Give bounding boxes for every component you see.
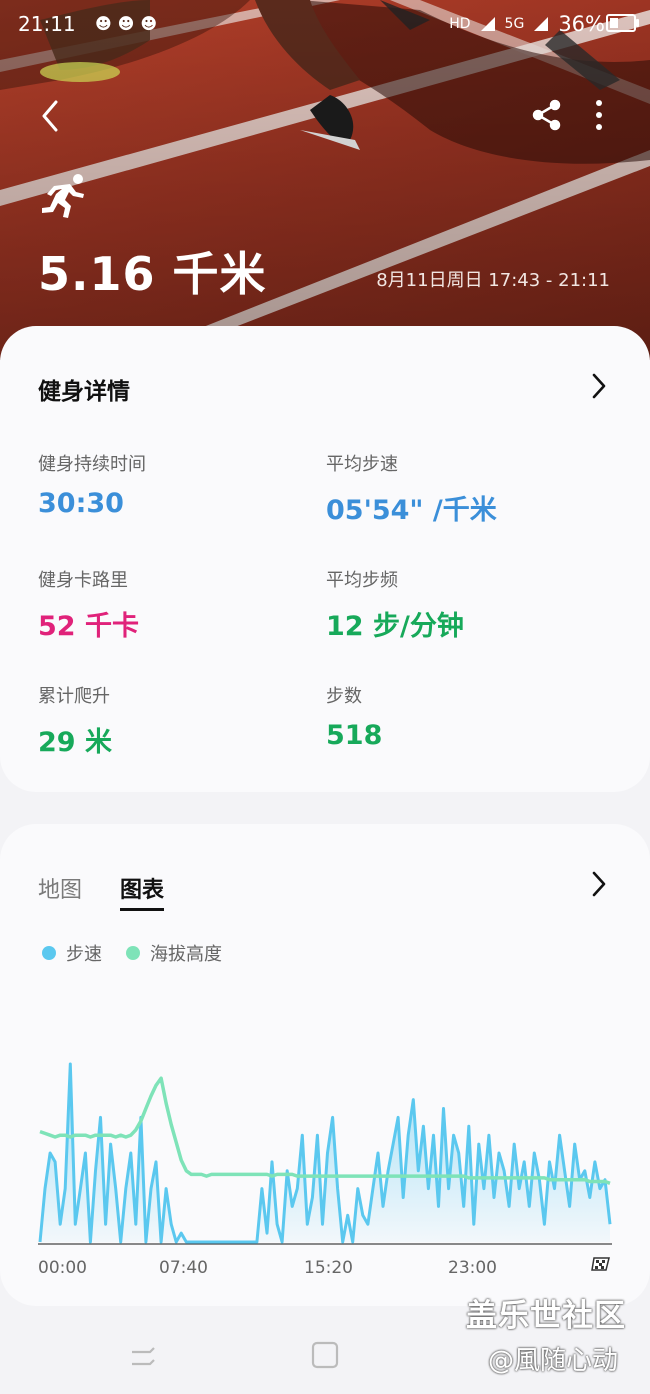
stat-value: 30:30 bbox=[38, 488, 124, 519]
stat-value: 52 千卡 bbox=[38, 611, 139, 642]
home-icon bbox=[311, 1341, 339, 1369]
stat-value: 518 bbox=[326, 720, 383, 751]
x-tick-label: 15:20 bbox=[304, 1258, 353, 1278]
activity-date-range: 8月11日周日 17:43 - 21:11 bbox=[376, 270, 610, 291]
recent-apps-icon bbox=[132, 1347, 155, 1366]
status-bar: 21:11 ☻☻☻ HD 5G 36% bbox=[0, 10, 650, 40]
nav-home-button[interactable] bbox=[310, 1340, 340, 1370]
stat-label: 平均步速 bbox=[326, 454, 398, 475]
watermark-author: @風随心动 bbox=[488, 1346, 619, 1376]
stat-label: 步数 bbox=[326, 686, 362, 707]
stat-avg-pace: 平均步速 05'54" /千米 bbox=[326, 450, 497, 527]
stat-label: 平均步频 bbox=[326, 570, 398, 591]
stat-value: 12 步/分钟 bbox=[326, 611, 464, 642]
status-right: HD 5G 36% bbox=[449, 12, 605, 36]
share-button[interactable] bbox=[530, 98, 564, 132]
chevron-left-icon bbox=[42, 100, 58, 132]
pace-altitude-chart bbox=[38, 1062, 612, 1245]
stat-value: 05'54" /千米 bbox=[326, 495, 497, 526]
back-button[interactable] bbox=[34, 96, 74, 136]
workout-details-card: 健身详情 健身持续时间 30:30 平均步速 05'54" /千米 健身卡路里 … bbox=[0, 326, 650, 792]
finish-flag-icon bbox=[591, 1257, 610, 1271]
stat-label: 健身卡路里 bbox=[38, 570, 128, 591]
share-icon bbox=[532, 99, 561, 131]
x-tick-label: 23:00 bbox=[448, 1258, 497, 1278]
notification-icons: ☻☻☻ bbox=[95, 14, 164, 33]
stat-cadence: 平均步频 12 步/分钟 bbox=[326, 566, 464, 643]
stat-elevation-gain: 累计爬升 29 米 bbox=[38, 682, 112, 759]
nav-recent-apps-button[interactable] bbox=[128, 1342, 158, 1372]
battery-percent: 36% bbox=[558, 12, 605, 36]
stat-value: 29 米 bbox=[38, 727, 112, 758]
map-chart-card: 地图 图表 步速 海拔高度 00:00 07:40 15:20 23:00 bbox=[0, 824, 650, 1306]
track-background-image bbox=[0, 0, 650, 360]
running-icon bbox=[42, 174, 84, 218]
battery-icon bbox=[606, 14, 639, 32]
distance-value: 5.16 千米 bbox=[38, 247, 267, 301]
details-expand-button[interactable] bbox=[590, 372, 608, 400]
pace-area bbox=[40, 1064, 610, 1242]
x-tick-label: 07:40 bbox=[159, 1258, 208, 1278]
more-vertical-icon bbox=[596, 100, 602, 130]
signal-icon bbox=[480, 17, 495, 31]
hero-banner: 21:11 ☻☻☻ HD 5G 36% 5.16 千米 8月11日周日 17:4… bbox=[0, 0, 650, 360]
stat-calories: 健身卡路里 52 千卡 bbox=[38, 566, 139, 643]
stat-duration: 健身持续时间 30:30 bbox=[38, 450, 146, 519]
stat-steps: 步数 518 bbox=[326, 682, 382, 751]
more-button[interactable] bbox=[588, 98, 610, 132]
stat-label: 健身持续时间 bbox=[38, 454, 146, 475]
signal-icon-2 bbox=[534, 17, 549, 31]
hd-indicator: HD bbox=[449, 16, 471, 32]
x-tick-label: 00:00 bbox=[38, 1258, 87, 1278]
chevron-right-icon bbox=[592, 373, 606, 399]
details-title: 健身详情 bbox=[38, 379, 130, 405]
status-time: 21:11 bbox=[18, 12, 76, 36]
stat-label: 累计爬升 bbox=[38, 686, 110, 707]
network-type: 5G bbox=[504, 16, 525, 32]
watermark-community: 盖乐世社区 bbox=[466, 1298, 626, 1334]
